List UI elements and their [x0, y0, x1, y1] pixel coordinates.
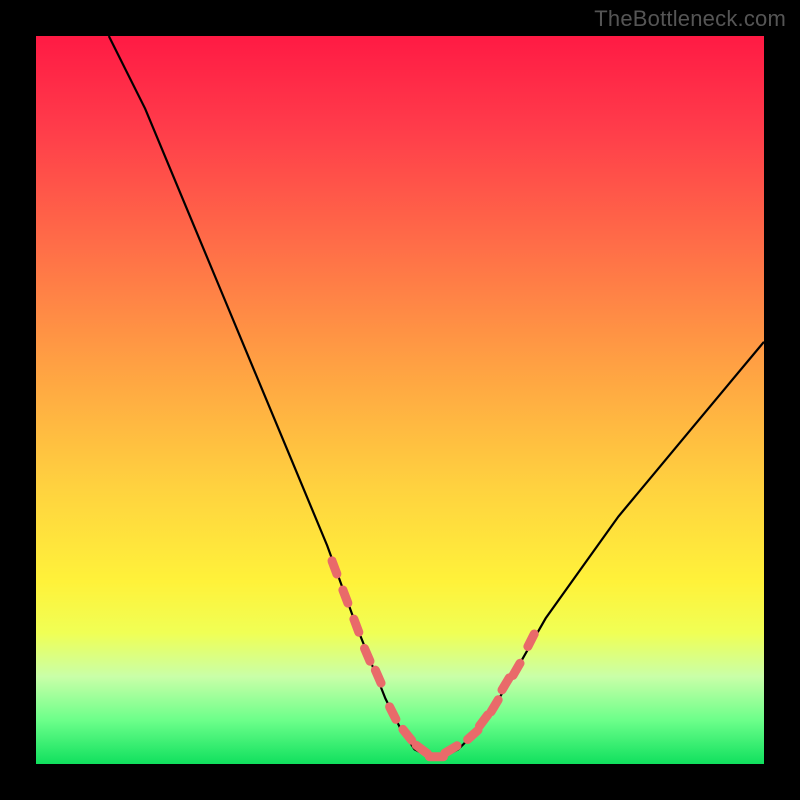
plot-area — [36, 36, 764, 764]
curve-marker — [416, 745, 427, 753]
curve-svg — [36, 36, 764, 764]
curve-marker — [403, 729, 412, 740]
curve-marker — [445, 746, 457, 753]
curve-marker — [513, 663, 520, 675]
curve-marker — [528, 634, 534, 647]
bottleneck-curve — [109, 36, 764, 757]
curve-marker — [480, 715, 488, 726]
curve-marker — [354, 619, 359, 632]
curve-marker — [365, 648, 371, 661]
curve-marker — [343, 590, 348, 603]
curve-marker — [375, 670, 381, 683]
curve-marker — [332, 561, 337, 574]
curve-marker — [502, 678, 509, 690]
curve-marker — [491, 700, 498, 712]
chart-frame: TheBottleneck.com — [0, 0, 800, 800]
curve-marker — [468, 730, 478, 739]
watermark-text: TheBottleneck.com — [594, 6, 786, 32]
marker-group — [332, 561, 534, 757]
curve-marker — [390, 707, 396, 720]
